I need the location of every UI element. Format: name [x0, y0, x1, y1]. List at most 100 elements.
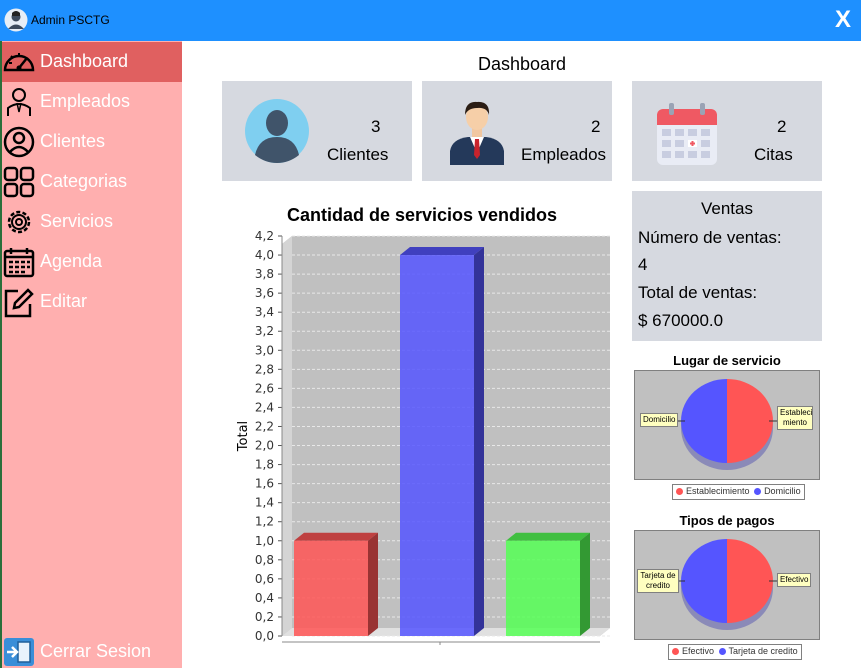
bar-1 — [400, 255, 474, 637]
close-button[interactable]: X — [830, 4, 856, 36]
sidebar: Dashboard Empleados Clientes Categorias — [0, 41, 182, 668]
citas-label: Citas — [754, 145, 793, 164]
legend-dot-red — [676, 488, 683, 496]
y-tick-label: 2,6 — [255, 381, 274, 395]
y-tick-label: 2,0 — [255, 439, 274, 453]
sidebar-item-dashboard[interactable]: Dashboard — [0, 42, 182, 82]
pie-legend-pagos: Efectivo Tarjeta de credito — [668, 644, 802, 660]
logout-button[interactable]: Cerrar Sesion — [0, 632, 182, 672]
y-tick-label: 1,0 — [255, 534, 274, 548]
y-tick-label: 2,8 — [255, 362, 274, 376]
bar-side-1 — [474, 247, 484, 637]
logout-icon — [4, 638, 34, 666]
sidebar-item-label: Agenda — [40, 251, 103, 271]
sidebar-item-clientes[interactable]: Clientes — [0, 122, 182, 162]
sidebar-item-agenda[interactable]: Agenda — [0, 242, 182, 282]
user-icon — [3, 126, 35, 158]
ventas-count-label: Número de ventas: — [638, 228, 782, 247]
y-tick-label: 1,8 — [255, 458, 274, 472]
y-tick-label: 4,2 — [255, 229, 274, 243]
ventas-total: $ 670000.0 — [638, 311, 724, 330]
sidebar-item-categorias[interactable]: Categorias — [0, 162, 182, 202]
pie-chart-title-lugar: Lugar de servicio — [673, 353, 781, 368]
pie-chart-lugar: Domicilio Estableci miento — [634, 370, 820, 480]
edit-icon — [4, 288, 34, 318]
bar-side-0 — [368, 532, 378, 636]
sidebar-item-editar[interactable]: Editar — [0, 282, 182, 322]
logout-label: Cerrar Sesion — [40, 641, 152, 661]
y-tick-label: 1,6 — [255, 477, 274, 491]
legend-item: Domicilio — [764, 486, 801, 496]
clientes-card: 3 Clientes — [222, 81, 412, 181]
pie-slice-0 — [727, 379, 773, 463]
admin-avatar-icon — [4, 8, 28, 32]
y-tick-label: 2,4 — [255, 400, 274, 414]
calendar-icon — [657, 103, 717, 165]
y-tick-label: 3,0 — [255, 343, 274, 357]
chart-plot-area: 0,0 0,2 0,4 0,6 0,8 1,0 1,2 1,4 1,6 1,8 2,0 2,2 2,4 2… — [255, 229, 610, 645]
categories-icon — [3, 166, 35, 198]
pie-slice-1 — [681, 379, 727, 463]
bar-top-2 — [506, 532, 590, 541]
pie-chart-title-pagos: Tipos de pagos — [679, 513, 775, 528]
bar-top-0 — [294, 532, 378, 541]
y-tick-label: 0,6 — [255, 572, 274, 586]
gear-icon — [7, 210, 31, 234]
y-tick-label: 0,4 — [255, 591, 274, 605]
legend-dot-red — [672, 648, 679, 656]
chart-y-axis-label: Total — [236, 421, 251, 452]
pie-slice-0 — [727, 539, 773, 623]
window-title: Admin PSCTG — [31, 13, 110, 27]
sidebar-item-label: Servicios — [40, 211, 114, 231]
pie-slice-1 — [681, 539, 727, 623]
ventas-total-label: Total de ventas: — [638, 283, 758, 302]
sidebar-item-label: Empleados — [40, 91, 131, 111]
window-edge — [0, 41, 2, 668]
legend-dot-blue — [754, 488, 762, 496]
legend-item: Establecimiento — [686, 486, 750, 496]
citas-count: 2 — [777, 117, 787, 136]
y-tick-label: 1,4 — [255, 496, 274, 510]
employee-icon — [7, 88, 31, 116]
sidebar-item-servicios[interactable]: Servicios — [0, 202, 182, 242]
sidebar-item-empleados[interactable]: Empleados — [0, 82, 182, 122]
sidebar-item-label: Editar — [40, 291, 88, 311]
citas-card: 2 Citas — [632, 81, 822, 181]
y-tick-label: 2,2 — [255, 419, 274, 433]
y-tick-label: 0,8 — [255, 553, 274, 567]
sidebar-item-label: Dashboard — [40, 51, 129, 71]
legend-item: Tarjeta de credito — [728, 646, 798, 656]
client-avatar-icon — [245, 99, 309, 163]
ventas-panel: Ventas Número de ventas: 4 Total de vent… — [632, 191, 822, 341]
title-bar: Admin PSCTG X — [0, 0, 861, 41]
clientes-count: 3 — [371, 117, 381, 136]
pie-chart-pagos: Tarjeta de credito Efectivo — [634, 530, 820, 640]
y-tick-label: 4,0 — [255, 248, 274, 262]
ventas-title: Ventas — [701, 199, 753, 218]
y-tick-label: 3,2 — [255, 324, 274, 338]
y-tick-label: 1,2 — [255, 515, 274, 529]
empleados-count: 2 — [591, 117, 601, 136]
clientes-label: Clientes — [327, 145, 389, 164]
chart-title: Cantidad de servicios vendidos — [287, 205, 557, 225]
bar-side-2 — [580, 532, 590, 636]
y-tick-label: 0,2 — [255, 610, 274, 624]
speedometer-icon — [3, 53, 35, 72]
plot-side-wall — [282, 236, 292, 636]
businessman-icon — [450, 101, 504, 165]
ventas-count: 4 — [638, 255, 648, 274]
page-title: Dashboard — [477, 54, 567, 74]
services-bar-chart: Cantidad de servicios vendidos Total 0,0… — [236, 205, 610, 645]
pie-label-establecimiento: Estableci miento — [777, 406, 813, 430]
pie-label-efectivo: Efectivo — [777, 573, 812, 587]
legend-dot-blue — [718, 648, 726, 656]
y-tick-label: 0,0 — [255, 629, 274, 643]
y-tick-label: 3,4 — [255, 305, 274, 319]
y-tick-label: 3,8 — [255, 267, 274, 281]
y-tick-label: 3,6 — [255, 286, 274, 300]
pie-label-domicilio: Domicilio — [640, 413, 679, 427]
bar-2 — [506, 540, 580, 636]
empleados-card: 2 Empleados — [422, 81, 612, 181]
bar-0 — [294, 540, 368, 636]
pie-label-tarjeta: Tarjeta de credito — [637, 569, 679, 593]
